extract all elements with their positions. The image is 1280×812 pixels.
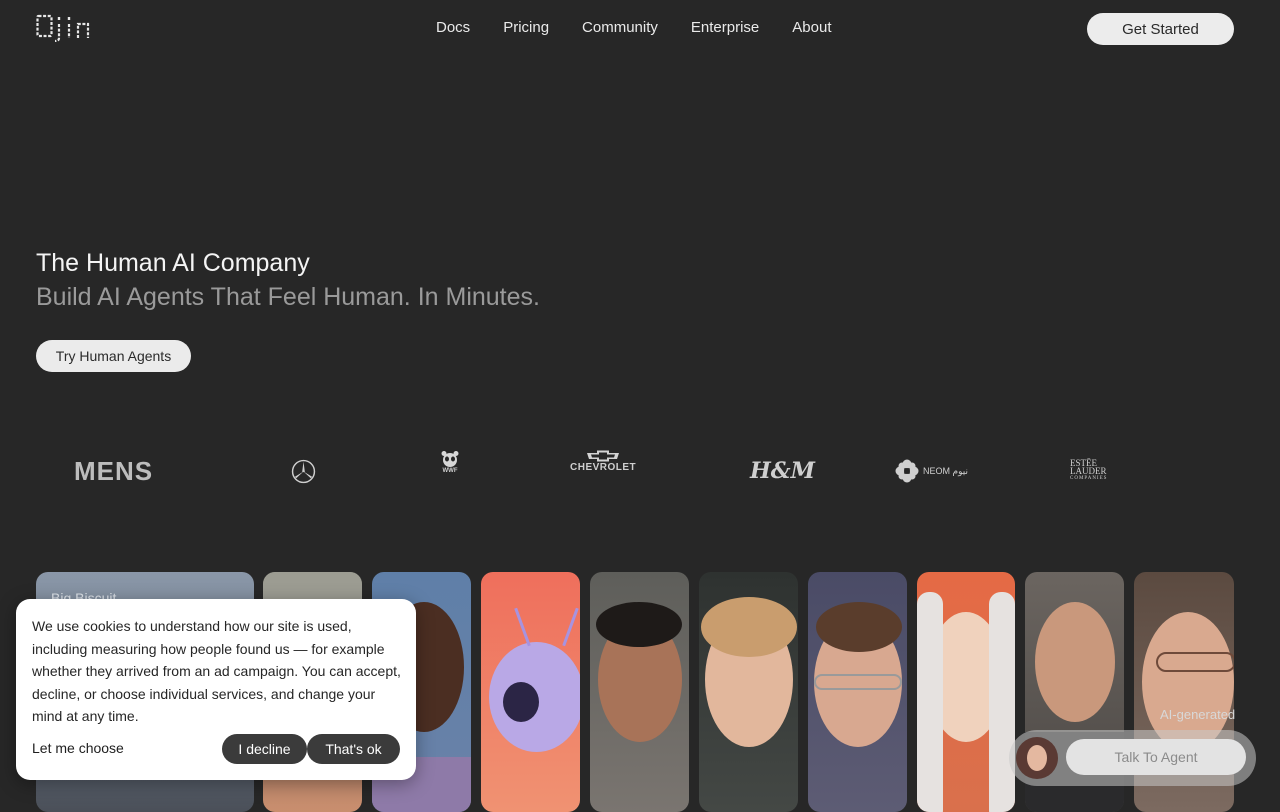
estee-line-2: LAUDER <box>1070 466 1107 476</box>
accept-cookies-button[interactable]: That's ok <box>307 734 400 764</box>
nav-about[interactable]: About <box>792 19 831 36</box>
nav-community[interactable]: Community <box>582 19 658 36</box>
agent-card-7[interactable] <box>808 572 907 812</box>
agent-card-5[interactable] <box>590 572 689 812</box>
agent-avatar <box>1016 737 1058 779</box>
try-human-agents-button[interactable]: Try Human Agents <box>36 340 191 372</box>
ai-generated-label: AI-generated <box>1160 707 1236 722</box>
neom-logo-text: NEOM نيوم <box>923 465 968 476</box>
mercedes-logo <box>291 450 316 492</box>
avatar-face <box>1027 745 1047 771</box>
neom-logo: NEOM نيوم <box>895 450 968 492</box>
antenna-left <box>514 607 531 647</box>
agent-card-6[interactable] <box>699 572 798 812</box>
chevrolet-logo: CHEVROLET <box>570 450 636 492</box>
wwf-logo-text: WWF <box>442 468 458 474</box>
agent-card-4[interactable] <box>481 572 580 812</box>
ojin-logo[interactable] <box>36 14 100 42</box>
let-me-choose-link[interactable]: Let me choose <box>32 740 124 756</box>
talk-to-agent-button[interactable]: Talk To Agent <box>1066 739 1246 775</box>
agent-creature-eye <box>503 682 539 722</box>
estee-line-3: COMPANIES <box>1070 476 1108 481</box>
wwf-logo: WWF <box>440 450 460 492</box>
chevrolet-logo-text: CHEVROLET <box>570 462 637 473</box>
glasses-icon <box>814 674 902 690</box>
talk-to-agent-widget: Talk To Agent <box>1009 730 1256 786</box>
agent-hair-right <box>989 592 1015 812</box>
nav-docs[interactable]: Docs <box>436 19 470 36</box>
client-logos-strip: MENS WWF CHEVROLET H&M NEOM نيوم ESTĒE L… <box>0 450 1280 492</box>
agent-hair <box>596 602 682 647</box>
hero-subtitle: Build AI Agents That Feel Human. In Minu… <box>36 283 540 311</box>
cookie-consent-banner: We use cookies to understand how our sit… <box>16 599 416 780</box>
nav-pricing[interactable]: Pricing <box>503 19 549 36</box>
agent-hair <box>701 597 797 657</box>
antenna-right <box>562 607 579 647</box>
agent-face <box>1035 602 1115 722</box>
agent-card-8[interactable] <box>917 572 1015 812</box>
agent-hair-left <box>917 592 943 812</box>
cookie-message: We use cookies to understand how our sit… <box>32 618 401 724</box>
hero-title: The Human AI Company <box>36 249 310 277</box>
get-started-button[interactable]: Get Started <box>1087 13 1234 45</box>
nav-enterprise[interactable]: Enterprise <box>691 19 759 36</box>
hm-logo: H&M <box>750 458 816 484</box>
agent-hair <box>816 602 902 652</box>
estee-lauder-logo: ESTĒE LAUDER COMPANIES <box>1070 450 1107 492</box>
glasses-icon <box>1156 652 1234 672</box>
decline-cookies-button[interactable]: I decline <box>222 734 307 764</box>
main-nav: Docs Pricing Community Enterprise About <box>436 19 831 36</box>
siemens-logo: MENS <box>74 455 154 486</box>
